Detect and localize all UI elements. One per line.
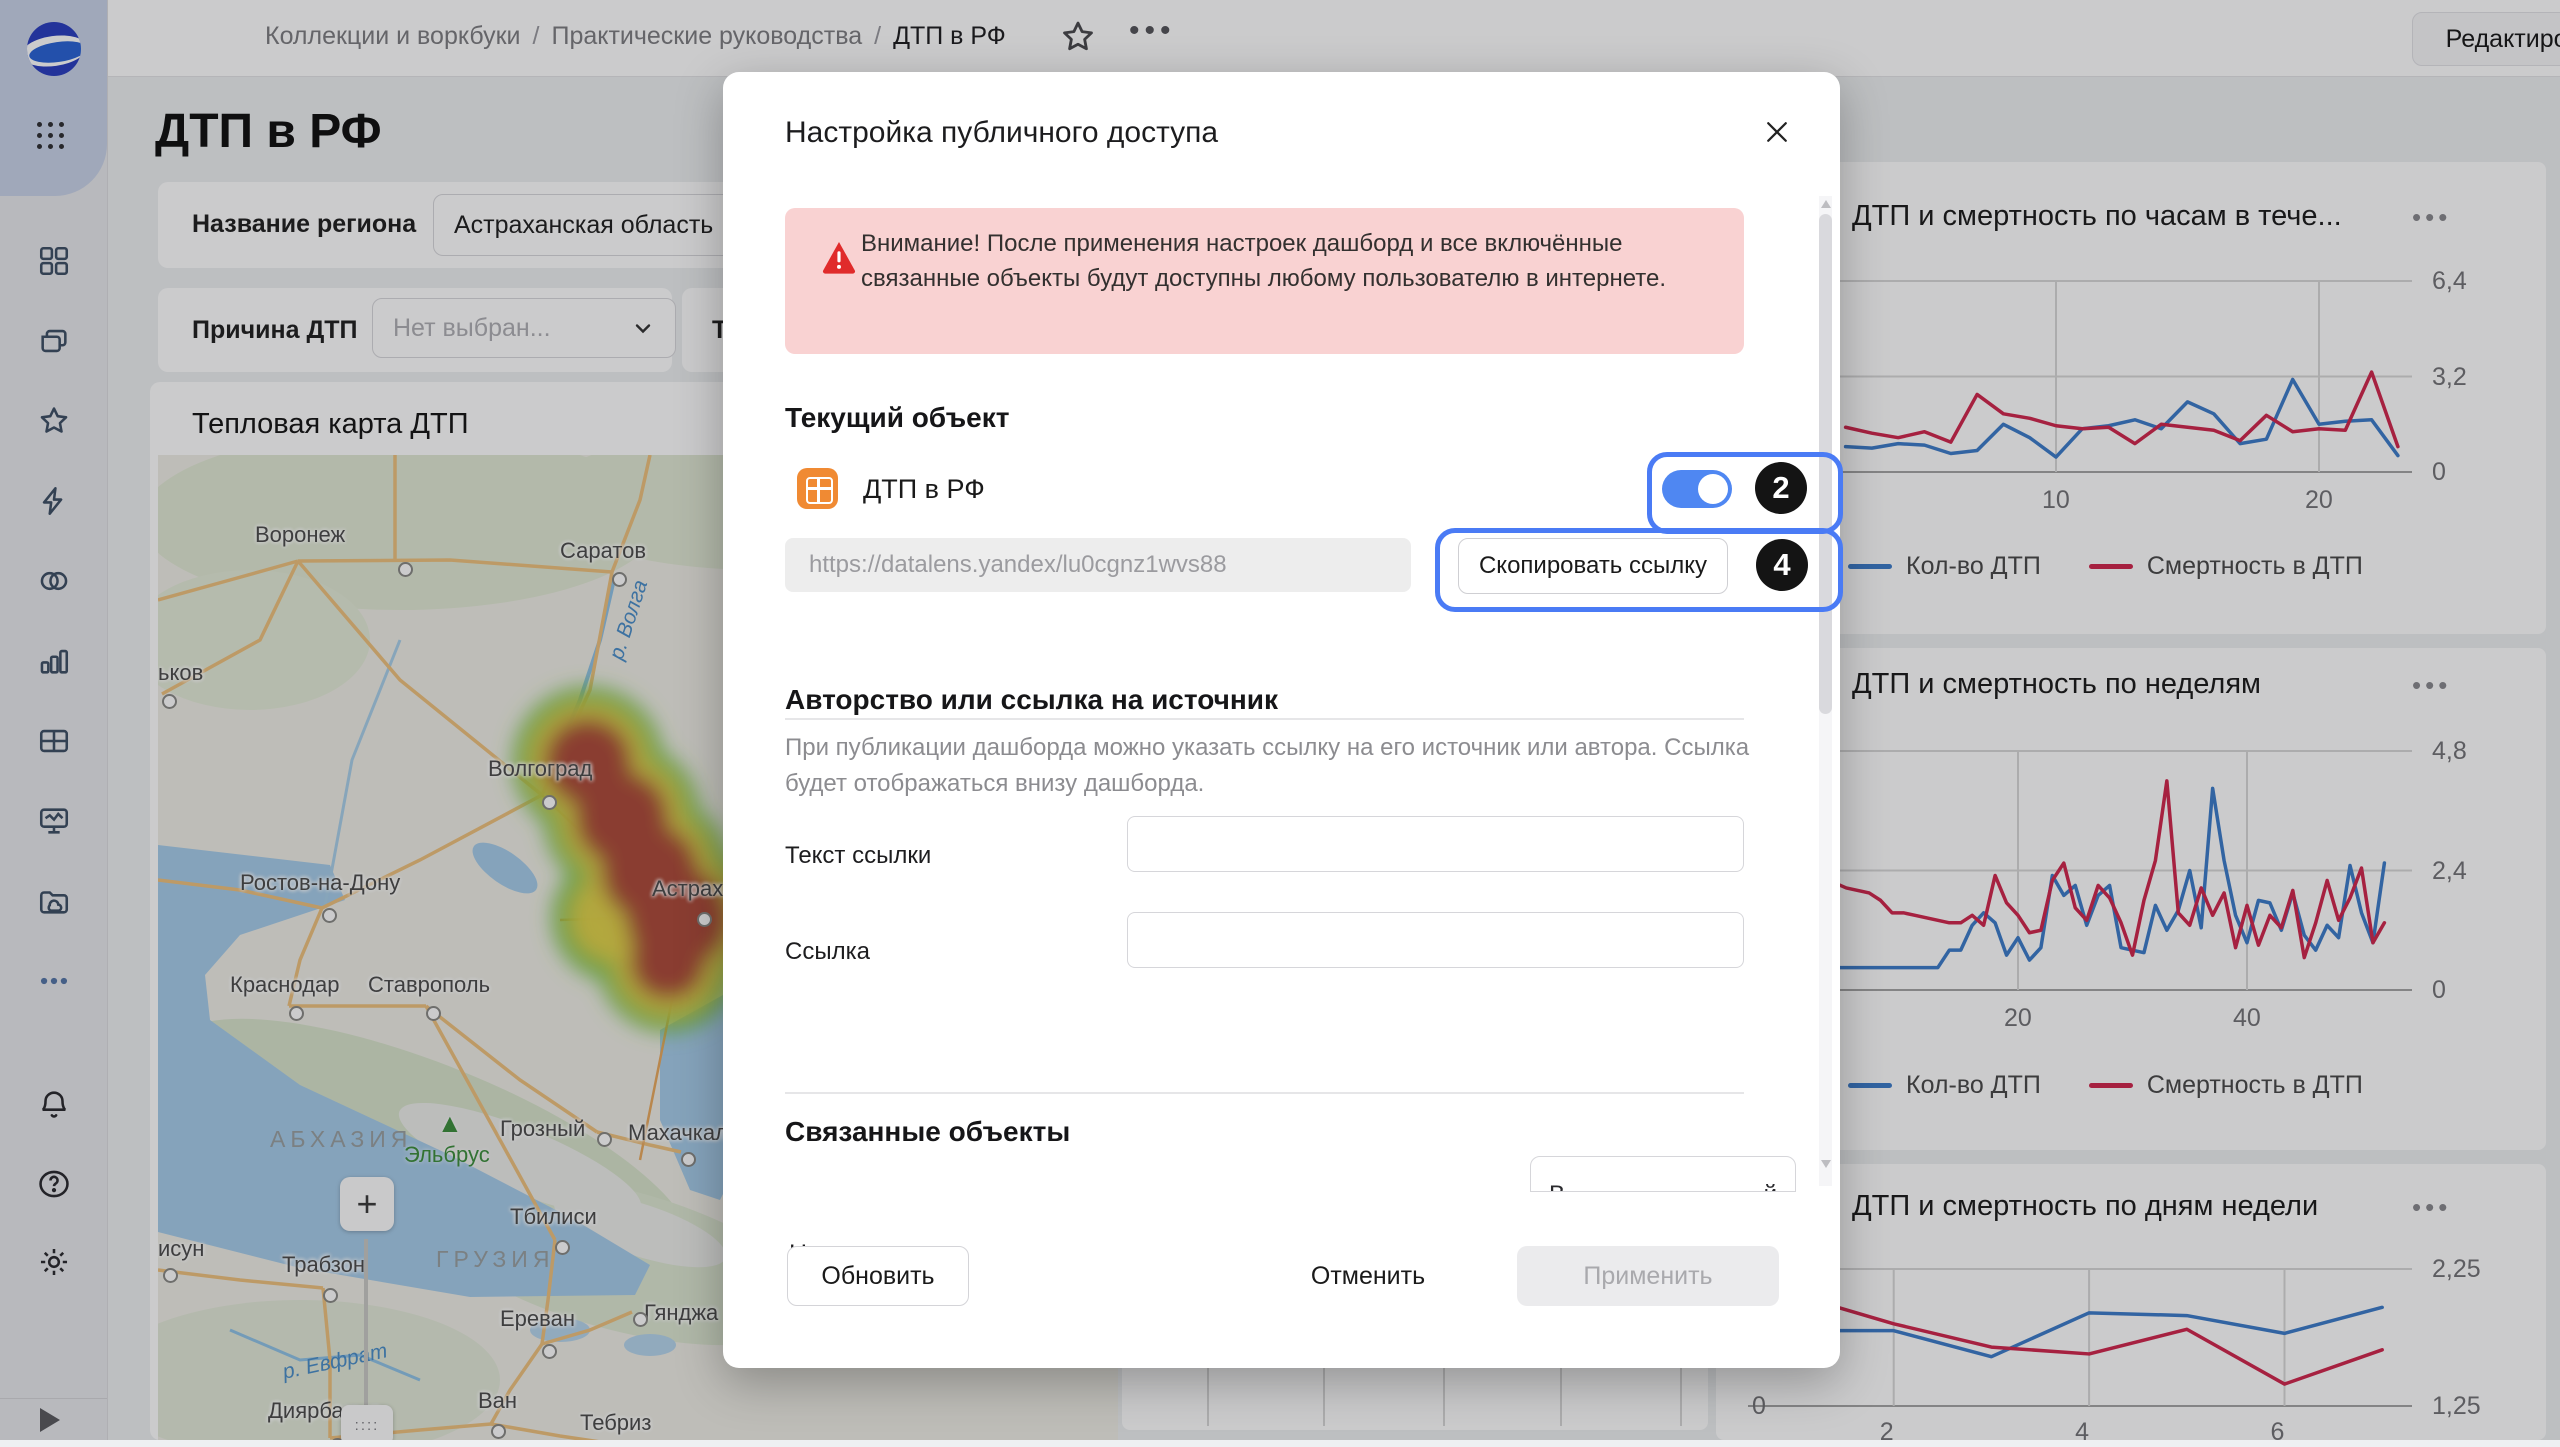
modal-title: Настройка публичного доступа [785, 116, 1218, 150]
apply-button-disabled[interactable]: Применить [1517, 1246, 1779, 1306]
current-object-heading: Текущий объект [785, 402, 1009, 434]
current-object-name: ДТП в РФ [863, 474, 985, 505]
linked-objects-select[interactable]: В й [1530, 1156, 1796, 1192]
authorship-description: При публикации дашборда можно указать сс… [785, 730, 1765, 802]
annotation-outline-toggle [1647, 452, 1843, 534]
public-url-field[interactable]: https://datalens.yandex/lu0cgnz1wvs88 [785, 538, 1411, 592]
link-text-input[interactable] [1127, 816, 1744, 872]
link-text-label: Текст ссылки [785, 842, 931, 870]
dashboard-object-icon [797, 468, 838, 509]
link-url-label: Ссылка [785, 938, 870, 966]
divider [785, 718, 1744, 720]
public-access-modal: Настройка публичного доступа Внимание! П… [723, 72, 1840, 1368]
link-url-input[interactable] [1127, 912, 1744, 968]
annotation-badge-4: 4 [1756, 539, 1808, 591]
divider [785, 1092, 1744, 1094]
authorship-heading: Авторство или ссылка на источник [785, 684, 1278, 716]
cancel-button[interactable]: Отменить [1293, 1246, 1443, 1306]
scroll-down-icon[interactable] [1821, 1160, 1831, 1168]
close-icon[interactable] [1753, 108, 1801, 156]
linked-select-partial-left: В [1549, 1181, 1565, 1192]
linked-objects-heading: Связанные объекты [785, 1116, 1070, 1148]
warning-text: Внимание! После применения настроек дашб… [861, 226, 1691, 296]
warning-icon [819, 238, 859, 276]
public-url-value: https://datalens.yandex/lu0cgnz1wvs88 [809, 551, 1227, 579]
update-button[interactable]: Обновить [787, 1246, 969, 1306]
linked-select-partial-right: й [1764, 1181, 1777, 1192]
annotation-badge-2: 2 [1755, 462, 1807, 514]
scroll-up-icon[interactable] [1821, 200, 1831, 208]
